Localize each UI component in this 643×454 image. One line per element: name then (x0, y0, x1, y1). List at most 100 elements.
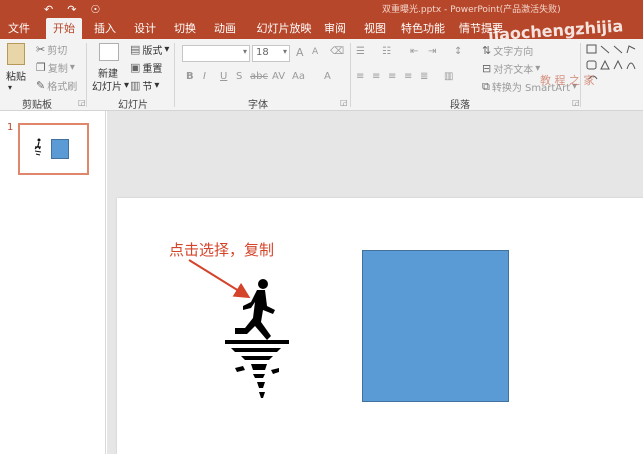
tab-transitions[interactable]: 切换 (170, 18, 200, 39)
underline-button[interactable]: U (220, 71, 227, 82)
group-divider (86, 43, 87, 107)
slide-number: 1 (7, 122, 14, 133)
align-text-label: 对齐文本 (493, 65, 534, 76)
chevron-down-icon: ▾ (164, 44, 170, 55)
slide-editor: 点击选择，复制 (107, 111, 643, 454)
tab-file[interactable]: 文件 (4, 18, 34, 39)
copy-button[interactable]: ❐ 复制 ▾ (36, 60, 75, 75)
copy-dropdown-icon: ▾ (69, 62, 75, 73)
tab-view[interactable]: 视图 (360, 18, 390, 39)
cut-label: 剪切 (47, 46, 68, 57)
paragraph-launcher-icon[interactable]: ◲ (572, 98, 580, 107)
decrease-indent-icon[interactable]: ⇤ (410, 46, 418, 57)
new-slide-dropdown[interactable]: 幻灯片 ▾ (92, 78, 129, 93)
layout-icon: ▤ (130, 43, 141, 56)
text-direction-button[interactable]: ⇅ 文字方向 (482, 43, 533, 58)
font-size-value: 18 (256, 47, 269, 58)
group-divider (174, 43, 175, 107)
reset-icon: ▣ (130, 61, 141, 74)
thumbnail-rectangle (51, 139, 69, 159)
paragraph-group-label: 段落 (450, 100, 470, 111)
paste-dropdown-icon[interactable]: ▾ (8, 83, 12, 92)
smartart-icon: ⧉ (482, 79, 490, 93)
window-title: 双重曝光.pptx - PowerPoint(产品激活失败) (382, 5, 561, 15)
chevron-down-icon: ▾ (242, 47, 247, 56)
clipboard-launcher-icon[interactable]: ◲ (78, 98, 86, 107)
columns-icon[interactable]: ▥ (444, 71, 453, 82)
chevron-down-icon: ▾ (124, 80, 130, 91)
italic-button[interactable]: I (203, 71, 206, 82)
brush-icon: ✎ (36, 79, 46, 92)
align-left-icon[interactable]: ≡ (356, 71, 364, 82)
shadow-s-button[interactable]: S (236, 71, 242, 82)
thumbnail-runner-icon (34, 138, 42, 156)
chevron-down-icon: ▾ (282, 47, 287, 56)
copy-icon: ❐ (36, 61, 46, 74)
character-spacing-button[interactable]: AV (272, 71, 285, 82)
tab-review[interactable]: 审阅 (320, 18, 350, 39)
scissors-icon: ✂ (36, 43, 46, 56)
ribbon-tabs: 文件 开始 插入 设计 切换 动画 幻灯片放映 审阅 视图 特色功能 情节提要 … (0, 16, 643, 45)
numbering-icon[interactable]: ☷ (382, 46, 391, 57)
format-painter-button[interactable]: ✎ 格式刷 (36, 78, 77, 93)
font-color-button[interactable]: A (324, 71, 331, 82)
runner-silhouette-image[interactable] (221, 278, 293, 402)
reset-button[interactable]: ▣ 重置 (130, 60, 162, 75)
tab-insert[interactable]: 插入 (90, 18, 120, 39)
customize-icon[interactable]: ☉ (90, 3, 100, 16)
tab-design[interactable]: 设计 (130, 18, 160, 39)
reset-label: 重置 (142, 64, 163, 75)
text-direction-icon: ⇅ (482, 44, 492, 57)
layout-label: 版式 (142, 46, 163, 57)
clipboard-group-label: 剪贴板 (22, 100, 52, 111)
align-text-icon: ⊟ (482, 62, 492, 75)
section-button[interactable]: ▥ 节 ▾ (130, 78, 159, 93)
ribbon: 粘贴 ▾ ✂ 剪切 ❐ 复制 ▾ ✎ 格式刷 剪贴板 ◲ 新建 幻灯片 ▾ ▤ 版式 ▾ ▣ 重… (0, 39, 643, 111)
line-spacing-icon[interactable]: ↕ (454, 46, 462, 57)
layout-button[interactable]: ▤ 版式 ▾ (130, 42, 169, 57)
grow-font-button[interactable]: A (296, 46, 304, 59)
tab-home[interactable]: 开始 (46, 18, 82, 39)
slide-canvas[interactable]: 点击选择，复制 (117, 198, 643, 454)
shrink-font-button[interactable]: A (312, 47, 318, 57)
tab-features[interactable]: 特色功能 (400, 18, 446, 39)
redo-icon[interactable]: ↷ (67, 3, 76, 16)
clear-format-icon[interactable]: ⌫ (330, 46, 344, 57)
bold-button[interactable]: B (186, 71, 194, 82)
quick-access-toolbar: ↶ ↷ ☉ (44, 0, 100, 18)
font-launcher-icon[interactable]: ◲ (340, 98, 348, 107)
undo-icon[interactable]: ↶ (44, 3, 53, 16)
strikethrough-button[interactable]: abc (250, 71, 268, 82)
paste-button[interactable]: 粘贴 (6, 68, 26, 83)
bullets-icon[interactable]: ☰ (356, 46, 365, 57)
align-text-button[interactable]: ⊟ 对齐文本 ▾ (482, 61, 540, 76)
align-right-icon[interactable]: ≡ (388, 71, 396, 82)
align-center-icon[interactable]: ≡ (372, 71, 380, 82)
cut-button[interactable]: ✂ 剪切 (36, 42, 67, 57)
slides-group-label: 幻灯片 (118, 100, 148, 111)
tab-animations[interactable]: 动画 (210, 18, 240, 39)
new-slide-label: 幻灯片 (92, 82, 122, 93)
distribute-icon[interactable]: ≣ (420, 71, 428, 82)
tab-slideshow[interactable]: 幻灯片放映 (252, 18, 316, 39)
format-painter-label: 格式刷 (47, 82, 78, 93)
section-icon: ▥ (130, 79, 141, 92)
change-case-button[interactable]: Aa (292, 71, 305, 82)
annotation-text: 点击选择，复制 (169, 241, 275, 259)
new-slide-icon[interactable] (99, 43, 119, 61)
section-label: 节 (142, 82, 153, 93)
blue-rectangle-shape[interactable] (362, 250, 509, 402)
paste-icon[interactable] (7, 43, 25, 65)
title-bar: ↶ ↷ ☉ 双重曝光.pptx - PowerPoint(产品激活失败) (0, 0, 643, 18)
copy-label: 复制 (47, 64, 68, 75)
watermark-subtext: 教 程 之 家 (540, 74, 595, 87)
increase-indent-icon[interactable]: ⇥ (428, 46, 436, 57)
font-name-combo[interactable]: ▾ (182, 45, 250, 62)
slide-thumbnail[interactable] (18, 123, 89, 175)
justify-icon[interactable]: ≡ (404, 71, 412, 82)
slide-thumbnail-pane: 1 (0, 111, 106, 454)
group-divider (350, 43, 351, 107)
font-size-combo[interactable]: 18 ▾ (252, 45, 290, 62)
text-direction-label: 文字方向 (493, 47, 534, 58)
font-group-label: 字体 (248, 100, 268, 111)
